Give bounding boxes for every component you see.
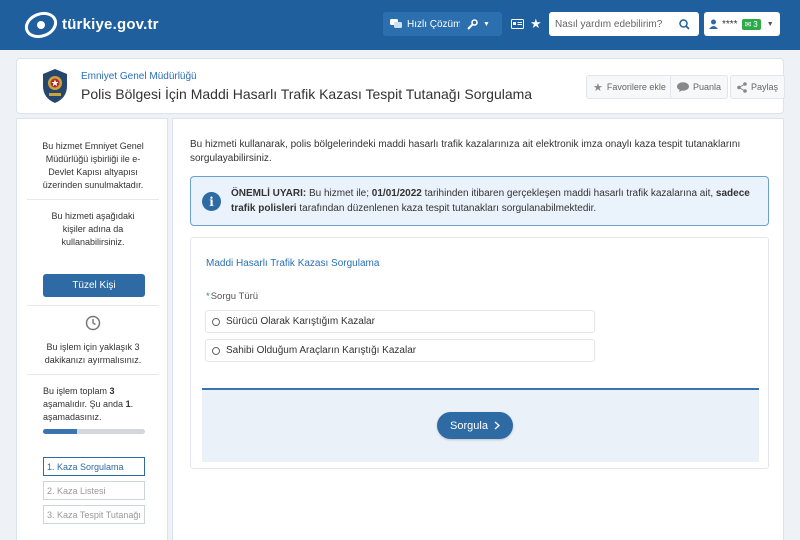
sorgula-button[interactable]: Sorgula: [437, 412, 513, 439]
radio-button[interactable]: [212, 317, 220, 326]
share-button[interactable]: Paylaş: [730, 75, 786, 99]
share-icon: [737, 81, 747, 93]
sorgula-label: Sorgula: [450, 419, 488, 432]
star-icon: ★: [593, 81, 603, 94]
intro-text: Bu hizmeti kullanarak, polis bölgelerind…: [190, 139, 741, 164]
option-label: Sürücü Olarak Karıştığım Kazalar: [226, 316, 375, 327]
turkiye-gov-logo[interactable]: türkiye.gov.tr: [24, 9, 164, 41]
step-progress-fill: [43, 429, 77, 434]
quick-solution-label: Hızlı Çözüm: [407, 18, 462, 30]
service-header: Emniyet Genel Müdürlüğü Polis Bölgesi İç…: [16, 58, 786, 114]
time-estimate-text: Bu işlem için yaklaşık 3 dakikanızı ayır…: [44, 342, 142, 365]
step-kaza-sorgulama[interactable]: 1. Kaza Sorgulama: [43, 457, 145, 476]
tuzel-kisi-button[interactable]: Tüzel Kişi: [43, 274, 145, 297]
option-surucu-kazalar[interactable]: Sürücü Olarak Karıştığım Kazalar: [205, 310, 595, 333]
warning-date: 01/01/2022: [371, 188, 422, 199]
divider: [27, 374, 159, 375]
logo-text: türkiye.gov.tr: [62, 16, 159, 33]
police-emblem-icon: [43, 69, 67, 103]
option-label: Sahibi Olduğum Araçların Karıştığı Kazal…: [226, 345, 417, 356]
radio-button[interactable]: [212, 346, 220, 355]
messages-badge[interactable]: ✉ 3: [741, 18, 761, 30]
top-bar: türkiye.gov.tr Hızlı Çözüm ▼ ★ **** ✉ 3 …: [0, 0, 800, 50]
warning-label: ÖNEMLİ UYARI:: [231, 188, 307, 199]
share-label: Paylaş: [751, 82, 779, 92]
speech-bubble-icon: [677, 82, 689, 92]
steps-total: 3: [109, 386, 115, 396]
add-favorite-label: Favorilere ekle: [606, 82, 666, 92]
clock-icon: [85, 315, 101, 331]
main-content: Bu hizmeti kullanarak, polis bölgelerind…: [172, 118, 784, 540]
step-kaza-listesi: 2. Kaza Listesi: [43, 481, 145, 500]
warning-text-part: tarafından düzenlenen kaza tespit tutana…: [296, 203, 597, 214]
messages-count: 3: [753, 19, 758, 29]
sorgu-turu-label: *Sorgu Türü: [206, 291, 258, 302]
form-title: Maddi Hasarlı Trafik Kazası Sorgulama: [206, 258, 380, 269]
tools-menu-button[interactable]: ▼: [460, 12, 502, 36]
sidebar: Bu hizmet Emniyet Genel Müdürlüğü işbirl…: [16, 118, 168, 540]
submit-area: Sorgula: [202, 388, 759, 462]
rate-button[interactable]: Puanla: [670, 75, 729, 99]
swoosh-logo-icon: [24, 11, 58, 39]
organization-name[interactable]: Emniyet Genel Müdürlüğü: [81, 71, 197, 82]
steps-text: Bu işlem toplam: [43, 386, 110, 396]
info-icon: i: [202, 192, 221, 211]
chat-bubbles-icon: [390, 19, 402, 28]
add-favorite-button[interactable]: ★ Favorilere ekle: [586, 75, 673, 99]
steps-info-text: Bu işlem toplam 3 aşamalıdır. Şu anda 1.…: [43, 385, 149, 424]
partner-info-text: Bu hizmet Emniyet Genel Müdürlüğü işbirl…: [42, 141, 144, 190]
steps-text: aşamalıdır. Şu anda: [43, 399, 126, 409]
envelope-icon: ✉: [744, 19, 752, 29]
star-icon: ★: [530, 16, 542, 31]
warning-text-part: tarihinden itibaren gerçekleşen maddi ha…: [421, 188, 716, 199]
page-title: Polis Bölgesi İçin Maddi Hasarlı Trafik …: [81, 86, 533, 102]
user-menu-button[interactable]: **** ✉ 3 ▼: [704, 12, 780, 36]
wrench-icon: [467, 18, 478, 30]
divider: [27, 199, 159, 200]
chevron-down-icon: ▼: [483, 20, 490, 28]
divider: [27, 305, 159, 306]
chevron-down-icon: ▼: [766, 20, 774, 28]
user-name: ****: [722, 18, 738, 30]
field-label-text: Sorgu Türü: [210, 291, 259, 302]
step-progress-bar: [43, 429, 145, 434]
quick-solution-button[interactable]: Hızlı Çözüm: [383, 12, 469, 36]
id-card-button[interactable]: [511, 12, 524, 36]
usable-for-text: Bu hizmeti aşağıdaki kişiler adına da ku…: [51, 211, 135, 247]
search-input[interactable]: [555, 18, 679, 30]
warning-text: ÖNEMLİ UYARI: Bu hizmet ile; 01/01/2022 …: [231, 186, 761, 216]
query-form: Maddi Hasarlı Trafik Kazası Sorgulama *S…: [190, 237, 769, 469]
step-kaza-tespit-tutanagi: 3. Kaza Tespit Tutanağı: [43, 505, 145, 524]
option-arac-kazalar[interactable]: Sahibi Olduğum Araçların Karıştığı Kazal…: [205, 339, 595, 362]
search-icon[interactable]: [679, 18, 690, 30]
warning-text-part: Bu hizmet ile;: [306, 188, 372, 199]
search-box: [549, 12, 699, 36]
required-mark: *: [206, 291, 210, 302]
rate-label: Puanla: [693, 82, 722, 92]
favorites-star-button[interactable]: ★: [530, 12, 542, 36]
important-warning: i ÖNEMLİ UYARI: Bu hizmet ile; 01/01/202…: [190, 176, 769, 226]
chevron-right-icon: [494, 421, 500, 430]
user-icon: [709, 19, 718, 29]
id-card-icon: [511, 19, 524, 29]
